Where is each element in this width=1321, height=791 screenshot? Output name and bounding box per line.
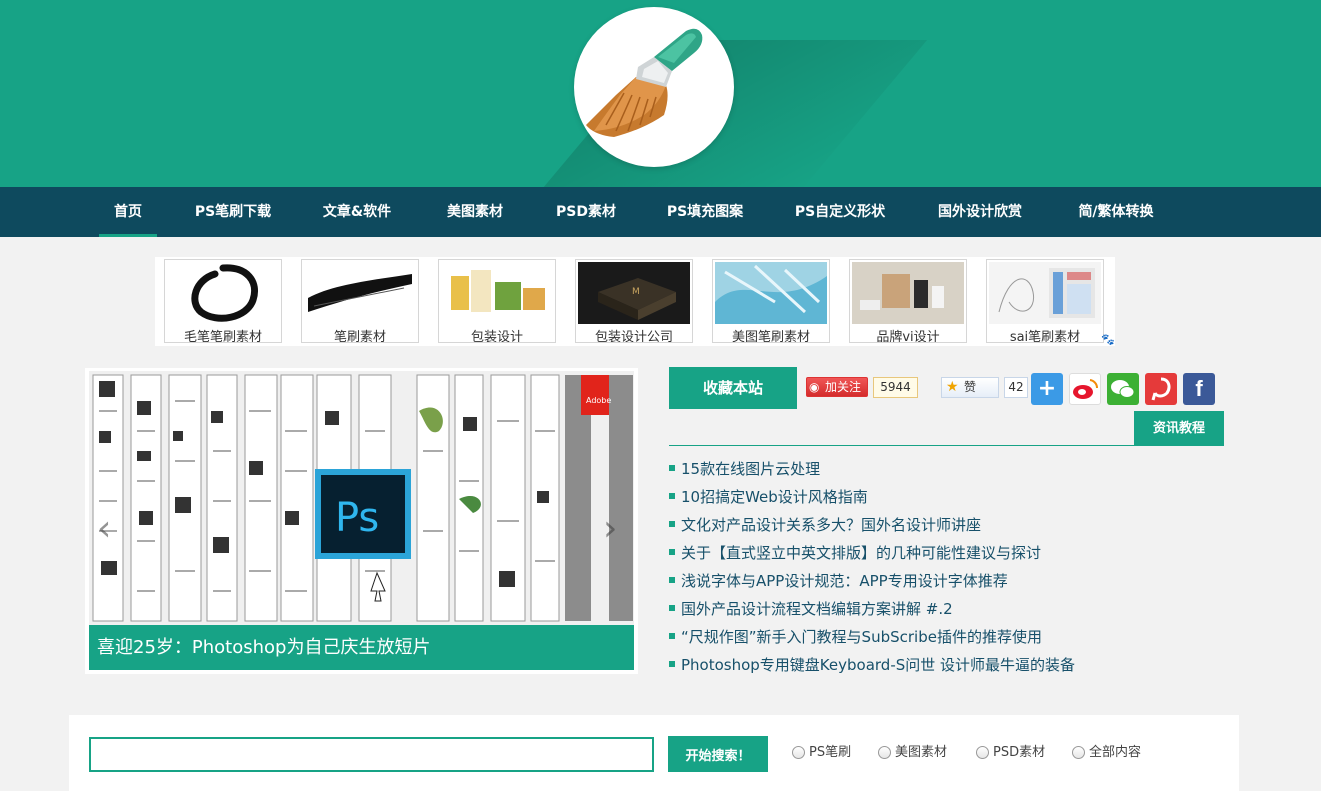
news-item[interactable]: 浅说字体与APP设计规范：APP专用设计字体推荐 [669, 567, 1229, 595]
nav-item-psd[interactable]: PSD素材 [548, 187, 624, 237]
thumb-packaging[interactable]: 包装设计 [438, 259, 556, 343]
radio-all[interactable]: 全部内容 [1072, 745, 1141, 761]
ad-thumb-strip: 毛笔笔刷素材 笔刷素材 包装设计 M 包装设计公司 美图笔刷素材 品牌vi设计 … [155, 257, 1115, 346]
thumb-sai-brush[interactable]: sai笔刷素材 [986, 259, 1104, 343]
search-button[interactable]: 开始搜索！ [668, 736, 768, 772]
like-label: 赞 [964, 380, 977, 394]
ps-logo-text: Ps [335, 495, 379, 541]
news-item[interactable]: 文化对产品设计关系多大？国外名设计师讲座 [669, 511, 1229, 539]
photoshop-toolbars-image: Ps Adobe [89, 371, 634, 625]
weibo-follow-label: 加关注 [825, 380, 862, 394]
radio-psd[interactable]: PSD素材 [976, 745, 1045, 761]
facebook-icon[interactable]: f [1183, 373, 1215, 405]
tencent-weibo-icon[interactable] [1145, 373, 1177, 405]
nav-item-ps-brush[interactable]: PS笔刷下载 [186, 187, 280, 237]
thumb-label: 美图笔刷素材 [731, 330, 810, 343]
weibo-share-icon[interactable] [1069, 373, 1101, 405]
news-item[interactable]: 国外产品设计流程文档编辑方案讲解 #.2 [669, 595, 1229, 623]
thumb-packaging-company[interactable]: M 包装设计公司 [575, 259, 693, 343]
news-item[interactable]: Photoshop专用键盘Keyboard-S问世 设计师最牛逼的装备 [669, 651, 1229, 679]
sai-screenshot-image [989, 262, 1101, 324]
tab-news-tutorials[interactable]: 资讯教程 [1134, 411, 1224, 446]
thumb-image-brush[interactable]: 美图笔刷素材 [712, 259, 830, 343]
plus-share-icon[interactable]: + [1031, 373, 1063, 405]
box-image: M [578, 262, 690, 324]
paw-icon[interactable]: 🐾 [1101, 333, 1115, 346]
news-item[interactable]: 10招搞定Web设计风格指南 [669, 483, 1229, 511]
svg-text:Adobe: Adobe [586, 396, 611, 405]
radio-ps-brush[interactable]: PS笔刷 [792, 745, 851, 761]
star-icon: ★ [946, 379, 959, 395]
thumb-label: sai笔刷素材 [1009, 330, 1081, 343]
nav-item-articles[interactable]: 文章&软件 [314, 187, 400, 237]
thumb-brand-vi[interactable]: 品牌vi设计 [849, 259, 967, 343]
brand-vi-image [852, 262, 964, 324]
featured-slider: Ps Adobe ‹ › 喜迎25岁：Photoshop为自己庆生放短片 [85, 368, 638, 674]
news-list: 15款在线图片云处理 10招搞定Web设计风格指南 文化对产品设计关系多大？国外… [669, 455, 1229, 679]
nav-item-foreign-design[interactable]: 国外设计欣赏 [928, 187, 1032, 237]
site-logo[interactable] [574, 7, 734, 167]
thumb-label: 笔刷素材 [333, 330, 386, 343]
ink-circle-image [167, 262, 279, 324]
thumb-label: 毛笔笔刷素材 [183, 330, 262, 343]
radio-images[interactable]: 美图素材 [878, 745, 947, 761]
main-nav: 首页 PS笔刷下载 文章&软件 美图素材 PSD素材 PS填充图案 PS自定义形… [0, 187, 1321, 237]
slide-image[interactable]: Ps Adobe [89, 371, 634, 625]
chevron-right-icon[interactable]: › [603, 508, 617, 549]
thumb-label: 包装设计公司 [594, 330, 673, 343]
site-header [0, 0, 1321, 187]
weibo-follow-button[interactable]: ◉ 加关注 [806, 377, 868, 397]
nav-item-shapes[interactable]: PS自定义形状 [786, 187, 894, 237]
watercolor-image [715, 262, 827, 324]
weibo-icon: ◉ [809, 380, 820, 394]
news-item[interactable]: 15款在线图片云处理 [669, 455, 1229, 483]
wechat-icon[interactable] [1107, 373, 1139, 405]
news-item[interactable]: “尺规作图”新手入门教程与SubScribe插件的推荐使用 [669, 623, 1229, 651]
news-item[interactable]: 关于【直式竖立中英文排版】的几种可能性建议与探讨 [669, 539, 1229, 567]
nav-item-home[interactable]: 首页 [99, 187, 157, 237]
brush-icon [586, 28, 703, 137]
thumb-label: 包装设计 [470, 330, 523, 343]
news-divider [669, 445, 1224, 446]
nav-item-patterns[interactable]: PS填充图案 [658, 187, 752, 237]
nav-item-images[interactable]: 美图素材 [437, 187, 513, 237]
packaging-image [441, 262, 553, 324]
slide-caption[interactable]: 喜迎25岁：Photoshop为自己庆生放短片 [89, 625, 634, 670]
like-count: 42 [1004, 377, 1028, 398]
weibo-follower-count: 5944 [873, 377, 918, 398]
search-input[interactable] [89, 737, 654, 772]
thumb-brush[interactable]: 笔刷素材 [301, 259, 419, 343]
brush-stroke-image [304, 262, 416, 324]
chevron-left-icon[interactable]: ‹ [97, 508, 111, 549]
like-button[interactable]: ★ 赞 [941, 377, 999, 398]
favorite-site-button[interactable]: 收藏本站 [669, 367, 797, 409]
nav-item-convert[interactable]: 简/繁体转换 [1066, 187, 1166, 237]
thumb-label: 品牌vi设计 [876, 330, 940, 343]
thumb-ink-brush[interactable]: 毛笔笔刷素材 [164, 259, 282, 343]
svg-text:M: M [632, 287, 640, 297]
